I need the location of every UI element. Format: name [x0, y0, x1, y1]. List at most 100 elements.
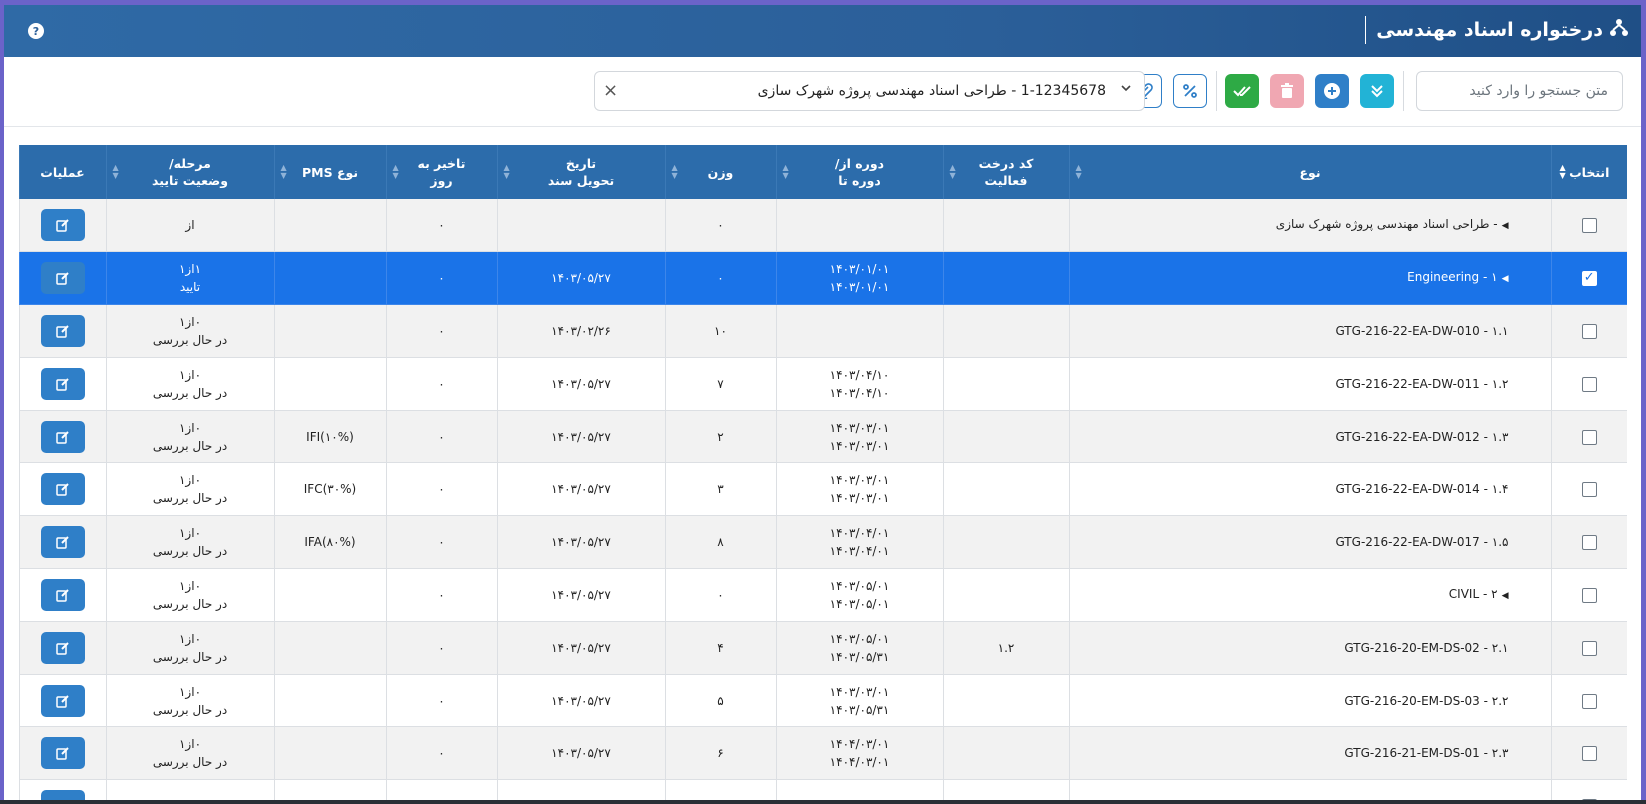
stage-text: از	[185, 218, 195, 233]
type-cell: ◀ - طراحی اسناد مهندسی پروژه شهرک سازی	[1068, 199, 1551, 253]
clear-icon[interactable]: ×	[603, 80, 618, 101]
column-header-pms-type[interactable]: نوع PMS ▲ ▼	[273, 145, 386, 199]
delay-cell: ۰	[385, 621, 497, 675]
row-checkbox[interactable]	[1581, 323, 1597, 339]
edit-button[interactable]	[40, 737, 85, 770]
actions-cell	[19, 568, 106, 622]
expand-toggle-icon[interactable]: ◀	[1502, 591, 1509, 601]
edit-button[interactable]	[40, 262, 85, 295]
row-checkbox[interactable]	[1581, 693, 1597, 709]
table-header-row: انتخاب ▲ ▼ نوع ▲ ▼ کد درخت فعالیت ▲ ▼ دوره از/ دو…	[19, 145, 1627, 199]
edit-button[interactable]	[40, 420, 85, 453]
column-header-stage[interactable]: مرحله/ وضعیت تایید ▲ ▼	[105, 145, 274, 199]
stage-cell: ۰از۱ در حال بررسی	[105, 462, 274, 517]
sort-icon[interactable]: ▲ ▼	[950, 164, 956, 180]
row-checkbox[interactable]	[1581, 376, 1597, 392]
column-header-weight[interactable]: وزن ▲ ▼	[664, 145, 776, 199]
sort-icon[interactable]: ▲ ▼	[393, 164, 399, 180]
table-row[interactable]: ◀۱ - Engineering۱۴۰۳/۰۱/۰۱۱۴۰۳/۰۱/۰۱۰۱۴۰…	[19, 251, 1627, 306]
chevron-down-icon[interactable]	[1120, 82, 1132, 98]
delay-cell	[385, 779, 497, 800]
column-header-period[interactable]: دوره از/ دوره تا ▲ ▼	[775, 145, 943, 199]
edit-button[interactable]	[40, 314, 85, 347]
column-header-label: انتخاب	[1569, 164, 1610, 180]
column-header-label: تاخیر به روز	[417, 156, 466, 188]
table-row[interactable]: ۱.۵ - GTG-216-22-EA-DW-017 ۱۴۰۳/۰۴/۰۱ ۱۴۰۳…	[19, 515, 1627, 570]
period-cell: ۱۴۰۳/۰۴/۱۰ ۱۴۰۳/۰۴/۱۰	[775, 357, 943, 411]
type-text: ۱.۱ - GTG-216-22-EA-DW-010	[1335, 323, 1509, 338]
row-checkbox[interactable]	[1581, 482, 1597, 498]
type-cell: ۱.۲ - GTG-216-22-EA-DW-011	[1068, 357, 1551, 411]
sort-icon[interactable]: ▲ ▼	[672, 164, 678, 180]
edit-button[interactable]	[40, 209, 85, 242]
search-input[interactable]	[1416, 71, 1623, 111]
type-text: ۱.۴ - GTG-216-22-EA-DW-014	[1335, 482, 1509, 497]
column-header-delay[interactable]: تاخیر به روز ▲ ▼	[385, 145, 497, 199]
stage-text: ۰از۱	[178, 367, 202, 382]
row-checkbox[interactable]	[1581, 269, 1597, 287]
sort-icon[interactable]: ▲ ▼	[783, 164, 789, 180]
sort-icon[interactable]: ▲ ▼	[1076, 164, 1082, 180]
help-icon[interactable]: ?	[28, 23, 44, 39]
column-header-delivery-date[interactable]: تاریخ تحویل سند ▲ ▼	[496, 145, 665, 199]
sort-icon[interactable]: ▲ ▼	[1560, 164, 1566, 180]
edit-button[interactable]	[40, 473, 85, 506]
row-checkbox[interactable]	[1581, 746, 1597, 762]
column-header-activity-code[interactable]: کد درخت فعالیت ▲ ▼	[942, 145, 1069, 199]
table-row[interactable]: ◀ ۲ - CIVIL ۱۴۰۳/۰۵/۰۱ ۱۴۰۳/۰۵/۰۱ ۰ ۱۴۰۳/۰۵/۲…	[19, 568, 1627, 622]
edit-button[interactable]	[40, 578, 85, 611]
column-header-label: دوره از/ دوره تا	[834, 156, 885, 188]
edit-button[interactable]	[40, 526, 85, 559]
delivery-date-cell	[496, 779, 665, 800]
type-text: ۱ - Engineering	[1407, 270, 1498, 285]
top-bar: درختواره اسناد مهندسی ?	[4, 5, 1641, 57]
row-checkbox[interactable]	[1581, 640, 1597, 656]
edit-button[interactable]	[40, 631, 85, 664]
table-row[interactable]: ۱.۳ - GTG-216-22-EA-DW-012 ۱۴۰۳/۰۳/۰۱ ۱۴۰۳…	[19, 410, 1627, 464]
row-checkbox[interactable]	[1581, 535, 1597, 551]
period-to: ۱۴۰۳/۰۵/۳۱	[829, 649, 890, 664]
actions-cell	[19, 621, 106, 675]
sort-icon[interactable]: ▲ ▼	[504, 164, 510, 180]
column-header-type[interactable]: نوع ▲ ▼	[1068, 145, 1551, 199]
stage-text: ۰از۱	[178, 684, 202, 699]
table-row[interactable]: ۲.۲ - GTG-216-20-EM-DS-03 ۱۴۰۳/۰۳/۰۱ ۱۴۰۳/…	[19, 674, 1627, 728]
type-cell: ۱.۳ - GTG-216-22-EA-DW-012	[1068, 410, 1551, 464]
column-header-select[interactable]: انتخاب ▲ ▼	[1550, 145, 1627, 199]
actions-cell	[19, 357, 106, 411]
period-to: ۱۴۰۴/۰۳/۰۱	[829, 755, 890, 770]
edit-icon	[55, 747, 69, 761]
delete-button[interactable]	[1270, 74, 1304, 108]
add-button[interactable]	[1315, 74, 1349, 108]
table-row[interactable]: ۱.۱ - GTG-216-22-EA-DW-010 ۱۰ ۱۴۰۳/۰۲/۲۶ ۰ ۰…	[19, 304, 1627, 358]
edit-button[interactable]	[40, 790, 85, 800]
table-row[interactable]: ۱۴۰۳/۰۳/۰۱ ۰از۱	[19, 779, 1627, 800]
table-row[interactable]: ۱.۴ - GTG-216-22-EA-DW-014 ۱۴۰۳/۰۳/۰۱ ۱۴۰۳…	[19, 462, 1627, 517]
sort-icon[interactable]: ▲ ▼	[281, 164, 287, 180]
expand-all-button[interactable]	[1360, 74, 1394, 108]
edit-button[interactable]	[40, 367, 85, 400]
table-row[interactable]: ۱.۲ - GTG-216-22-EA-DW-011 ۱۴۰۳/۰۴/۱۰ ۱۴۰۳…	[19, 357, 1627, 411]
period-cell: ۱۴۰۳/۰۱/۰۱ ۱۴۰۳/۰۱/۰۱	[775, 251, 943, 306]
table-row[interactable]: ۲.۱ - GTG-216-20-EM-DS-02 ۱.۲ ۱۴۰۳/۰۵/۰۱ ۱۴…	[19, 621, 1627, 675]
edit-button[interactable]	[40, 684, 85, 717]
type-cell: ۱.۴ - GTG-216-22-EA-DW-014	[1068, 462, 1551, 517]
approve-button[interactable]	[1225, 74, 1259, 108]
percent-button[interactable]	[1173, 74, 1207, 108]
table-row[interactable]: ◀ - طراحی اسناد مهندسی پروژه شهرک سازی ۰ ۰ ا…	[19, 199, 1627, 253]
expand-toggle-icon[interactable]: ◀	[1502, 274, 1509, 284]
sort-icon[interactable]: ▲ ▼	[113, 164, 119, 180]
activity-code-cell	[942, 674, 1069, 728]
period-from: ۱۴۰۳/۰۳/۰۱	[829, 684, 890, 699]
project-select[interactable]: 1-12345678 - طراحی اسناد مهندسی پروژه شه…	[594, 71, 1145, 111]
edit-icon	[55, 272, 69, 285]
table-row[interactable]: ۲.۳ - GTG-216-21-EM-DS-01 ۱۴۰۴/۰۳/۰۱ ۱۴۰۴/…	[19, 726, 1627, 781]
row-checkbox[interactable]	[1581, 218, 1597, 234]
row-checkbox[interactable]	[1581, 429, 1597, 445]
delay-cell: ۰	[385, 304, 497, 358]
period-to: ۱۴۰۳/۰۴/۱۰	[829, 385, 890, 400]
row-checkbox[interactable]	[1581, 587, 1597, 603]
delivery-date-cell: ۱۴۰۳/۰۲/۲۶	[496, 304, 665, 358]
expand-toggle-icon[interactable]: ◀	[1502, 221, 1509, 231]
stage-text: ۰از۱	[178, 578, 202, 593]
